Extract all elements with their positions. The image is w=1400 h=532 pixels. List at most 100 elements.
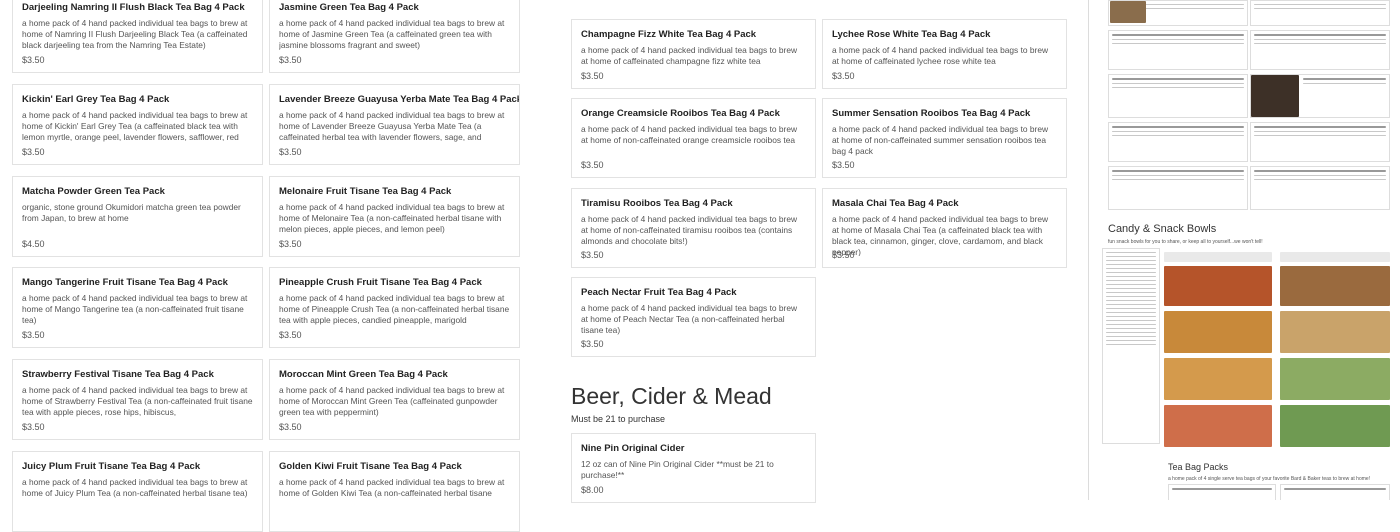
product-title: Summer Sensation Rooibos Tea Bag 4 Pack [832, 108, 1031, 119]
preview-card [1108, 166, 1248, 210]
product-description: a home pack of 4 hand packed individual … [832, 214, 1049, 256]
preview-card [1250, 30, 1390, 70]
product-card[interactable]: Golden Kiwi Fruit Tisane Tea Bag 4 Pack a… [269, 451, 520, 532]
product-description: a home pack of 4 hand packed individual … [279, 477, 505, 498]
product-title: Masala Chai Tea Bag 4 Pack [832, 198, 959, 209]
product-description: a home pack of 4 hand packed individual … [832, 45, 1049, 66]
product-description: a home pack of 4 hand packed individual … [581, 124, 798, 145]
product-title: Golden Kiwi Fruit Tisane Tea Bag 4 Pack [279, 461, 462, 472]
preview-image [1280, 358, 1390, 400]
panel-divider [1088, 0, 1089, 500]
product-description: a home pack of 4 hand packed individual … [22, 477, 248, 498]
product-title: Moroccan Mint Green Tea Bag 4 Pack [279, 369, 448, 380]
product-price: $3.50 [22, 55, 45, 65]
preview-card [1250, 122, 1390, 162]
product-price: $4.50 [22, 239, 45, 249]
product-card[interactable]: Nine Pin Original Cider 12 oz can of Nine… [571, 433, 816, 503]
preview-card [1168, 484, 1276, 500]
product-title: Champagne Fizz White Tea Bag 4 Pack [581, 29, 757, 40]
product-title: Jasmine Green Tea Bag 4 Pack [279, 2, 419, 13]
product-card[interactable]: Pineapple Crush Fruit Tisane Tea Bag 4 P… [269, 267, 520, 348]
product-card[interactable]: Darjeeling Namring II Flush Black Tea Ba… [12, 0, 263, 73]
product-description: organic, stone ground Okumidori matcha g… [22, 202, 241, 223]
product-card[interactable]: Peach Nectar Fruit Tea Bag 4 Pack a home … [571, 277, 816, 357]
product-title: Pineapple Crush Fruit Tisane Tea Bag 4 P… [279, 277, 482, 288]
product-title: Kickin' Earl Grey Tea Bag 4 Pack [22, 94, 170, 105]
product-price: $3.50 [279, 147, 302, 157]
preview-image [1280, 405, 1390, 447]
product-description: a home pack of 4 hand packed individual … [22, 293, 248, 325]
product-card[interactable]: Masala Chai Tea Bag 4 Pack a home pack of… [822, 188, 1067, 268]
preview-image [1164, 405, 1272, 447]
product-card[interactable]: Tiramisu Rooibos Tea Bag 4 Pack a home pa… [571, 188, 816, 268]
product-description: a home pack of 4 hand packed individual … [22, 110, 248, 142]
product-price: $3.50 [22, 330, 45, 340]
preview-teabag-subtitle: a home pack of 4 single serve tea bags o… [1168, 476, 1371, 482]
product-description: a home pack of 4 hand packed individual … [581, 303, 798, 335]
product-card[interactable]: Moroccan Mint Green Tea Bag 4 Pack a home… [269, 359, 520, 440]
product-price: $3.50 [581, 71, 604, 81]
product-title: Matcha Powder Green Tea Pack [22, 186, 165, 197]
preview-image [1164, 252, 1272, 262]
section-title-beer: Beer, Cider & Mead [571, 383, 772, 409]
product-description: a home pack of 4 hand packed individual … [581, 214, 798, 246]
product-card[interactable]: Matcha Powder Green Tea Pack organic, sto… [12, 176, 263, 257]
preview-image [1280, 252, 1390, 262]
product-title: Juicy Plum Fruit Tisane Tea Bag 4 Pack [22, 461, 201, 472]
product-description: a home pack of 4 hand packed individual … [279, 18, 505, 50]
preview-card [1250, 166, 1390, 210]
product-description: a home pack of 4 hand packed individual … [581, 45, 798, 66]
product-title: Nine Pin Original Cider [581, 443, 685, 454]
product-title: Orange Creamsicle Rooibos Tea Bag 4 Pack [581, 108, 780, 119]
product-title: Lychee Rose White Tea Bag 4 Pack [832, 29, 991, 40]
product-price: $8.00 [581, 485, 604, 495]
product-card[interactable]: Orange Creamsicle Rooibos Tea Bag 4 Pack… [571, 98, 816, 178]
product-card[interactable]: Champagne Fizz White Tea Bag 4 Pack a hom… [571, 19, 816, 89]
product-title: Tiramisu Rooibos Tea Bag 4 Pack [581, 198, 733, 209]
product-price: $3.50 [581, 160, 604, 170]
product-title: Melonaire Fruit Tisane Tea Bag 4 Pack [279, 186, 452, 197]
product-description: a home pack of 4 hand packed individual … [279, 110, 505, 142]
product-price: $3.50 [581, 339, 604, 349]
preview-card [1108, 122, 1248, 162]
product-price: $3.50 [279, 422, 302, 432]
product-title: Peach Nectar Fruit Tea Bag 4 Pack [581, 287, 737, 298]
product-description: a home pack of 4 hand packed individual … [279, 385, 505, 417]
preview-card [1280, 484, 1390, 500]
product-title: Mango Tangerine Fruit Tisane Tea Bag 4 P… [22, 277, 228, 288]
product-card[interactable]: Lavender Breeze Guayusa Yerba Mate Tea B… [269, 84, 520, 165]
product-card[interactable]: Mango Tangerine Fruit Tisane Tea Bag 4 P… [12, 267, 263, 348]
product-price: $3.50 [832, 71, 855, 81]
preview-candy-title: Candy & Snack Bowls [1108, 223, 1217, 235]
preview-card [1108, 74, 1248, 118]
section-subtitle-beer: Must be 21 to purchase [571, 414, 666, 424]
product-description: 12 oz can of Nine Pin Original Cider **m… [581, 459, 774, 480]
product-title: Darjeeling Namring II Flush Black Tea Ba… [22, 2, 245, 13]
product-price: $3.50 [832, 160, 855, 170]
preview-image [1110, 1, 1146, 23]
product-card[interactable]: Jasmine Green Tea Bag 4 Pack a home pack … [269, 0, 520, 73]
product-title: Strawberry Festival Tisane Tea Bag 4 Pac… [22, 369, 214, 380]
product-card[interactable]: Lychee Rose White Tea Bag 4 Pack a home p… [822, 19, 1067, 89]
product-description: a home pack of 4 hand packed individual … [832, 124, 1049, 156]
product-card[interactable]: Summer Sensation Rooibos Tea Bag 4 Pack a… [822, 98, 1067, 178]
preview-image [1164, 358, 1272, 400]
page-preview-thumbnail: Candy & Snack Bowls fun snack bowls for … [1100, 0, 1400, 500]
preview-image [1164, 266, 1272, 306]
preview-image [1251, 75, 1299, 117]
preview-card [1108, 30, 1248, 70]
product-price: $3.50 [832, 250, 855, 260]
product-card[interactable]: Strawberry Festival Tisane Tea Bag 4 Pac… [12, 359, 263, 440]
product-card[interactable]: Kickin' Earl Grey Tea Bag 4 Pack a home p… [12, 84, 263, 165]
product-description: a home pack of 4 hand packed individual … [22, 385, 253, 417]
product-price: $3.50 [22, 147, 45, 157]
product-description: a home pack of 4 hand packed individual … [279, 202, 505, 234]
product-price: $3.50 [279, 239, 302, 249]
product-description: a home pack of 4 hand packed individual … [22, 18, 248, 50]
product-card[interactable]: Melonaire Fruit Tisane Tea Bag 4 Pack a h… [269, 176, 520, 257]
product-card[interactable]: Juicy Plum Fruit Tisane Tea Bag 4 Pack a … [12, 451, 263, 532]
preview-candy-subtitle: fun snack bowls for you to share, or kee… [1108, 239, 1263, 245]
product-price: $3.50 [22, 422, 45, 432]
preview-image [1164, 311, 1272, 353]
preview-category-list [1102, 248, 1160, 444]
